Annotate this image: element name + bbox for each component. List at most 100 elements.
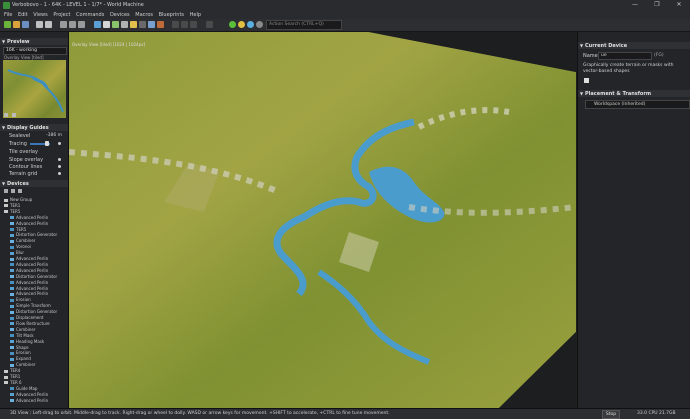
device-node[interactable]: Tilt Mask	[10, 333, 34, 338]
expand-all-icon[interactable]	[4, 189, 8, 193]
extents-icon[interactable]	[139, 21, 146, 28]
current-device-header[interactable]: ▼ Current Device	[578, 42, 690, 49]
document-icon[interactable]	[103, 21, 110, 28]
render-options-icon[interactable]	[148, 21, 155, 28]
build-green-icon[interactable]	[229, 21, 236, 28]
menu-file[interactable]: File	[4, 11, 12, 19]
cut-icon[interactable]	[60, 21, 67, 28]
action-search-input[interactable]: Action Search (CTRL+Q)	[266, 20, 342, 30]
build-blue-icon[interactable]	[247, 21, 254, 28]
device-node[interactable]: Expand	[10, 356, 31, 361]
menu-project[interactable]: Project	[53, 11, 70, 19]
collapse-all-icon[interactable]	[11, 189, 15, 193]
device-group[interactable]: TER4	[4, 368, 20, 373]
window-title: Verbobovo - 1 - 64K - LEVEL 1 - 1/7* - W…	[12, 2, 144, 8]
copy-icon[interactable]	[69, 21, 76, 28]
output-icon[interactable]	[157, 21, 164, 28]
view-mode-icon[interactable]	[206, 21, 213, 28]
device-node[interactable]: Combiner	[10, 362, 35, 367]
device-node[interactable]: Advanced Perlin	[10, 215, 48, 220]
device-node[interactable]: Heading Mask	[10, 339, 44, 344]
menu-views[interactable]: Views	[33, 11, 47, 19]
device-node[interactable]: Advanced Perlin	[10, 280, 48, 285]
menu-devices[interactable]: Devices	[110, 11, 130, 19]
device-node[interactable]: Advanced Perlin	[10, 221, 48, 226]
layout-view-icon[interactable]	[94, 21, 101, 28]
undo-icon[interactable]	[36, 21, 43, 28]
device-node[interactable]: Advanced Perlin	[10, 392, 48, 397]
menu-help[interactable]: Help	[190, 11, 201, 19]
device-node[interactable]: Combiner	[10, 327, 35, 332]
new-project-icon[interactable]	[4, 21, 11, 28]
tracing-slider-handle[interactable]	[45, 141, 49, 146]
device-node[interactable]: Simple Transform	[10, 303, 51, 308]
area-build-icon[interactable]	[181, 21, 188, 28]
menu-edit[interactable]: Edit	[18, 11, 28, 19]
placement-select[interactable]: Worldspace (Inherited)	[585, 100, 690, 109]
device-node[interactable]: Advanced Perlin	[10, 262, 48, 267]
slope-overlay-label[interactable]: Slope overlay	[9, 157, 43, 163]
grid-settings-icon[interactable]	[58, 172, 61, 175]
device-node[interactable]: Distortion Generator	[10, 309, 57, 314]
build-yellow-icon[interactable]	[238, 21, 245, 28]
menu-commands[interactable]: Commands	[76, 11, 104, 19]
device-group[interactable]: TER1	[4, 374, 20, 379]
world-settings-icon[interactable]	[130, 21, 137, 28]
device-node[interactable]: Distortion Generator	[10, 274, 57, 279]
3d-viewport[interactable]	[69, 32, 576, 408]
filter-icon[interactable]	[18, 189, 22, 193]
device-node[interactable]: Combiner	[10, 238, 35, 243]
edit-pencil-icon[interactable]	[584, 78, 589, 83]
contour-lines-label[interactable]: Contour lines	[9, 164, 42, 170]
device-node[interactable]: Distortion Generator	[10, 232, 57, 237]
device-node[interactable]: Blur	[10, 250, 24, 255]
menu-blueprints[interactable]: Blueprints	[159, 11, 184, 19]
sealevel-value[interactable]: -386 m	[46, 133, 62, 138]
device-node[interactable]: Voronoi	[10, 244, 31, 249]
menu-macros[interactable]: Macros	[135, 11, 153, 19]
tracing-toggle-icon[interactable]	[58, 142, 61, 145]
device-node[interactable]: Advanced Perlin	[10, 291, 48, 296]
device-group[interactable]: New Group	[4, 197, 32, 202]
paste-icon[interactable]	[78, 21, 85, 28]
build-gray-icon[interactable]	[256, 21, 263, 28]
placement-header[interactable]: ▼ Placement & Transform	[578, 90, 690, 97]
terrain-grid-label[interactable]: Terrain grid	[9, 171, 37, 177]
settings-icon[interactable]	[121, 21, 128, 28]
preview-select[interactable]: 16K - working	[3, 47, 67, 55]
preview-section-header[interactable]: ▼ Preview	[0, 38, 68, 45]
device-node[interactable]: Advanced Perlin	[10, 268, 48, 273]
device-node[interactable]: Advanced Perlin	[10, 398, 48, 403]
minimize-button[interactable]: —	[624, 0, 646, 11]
open-folder-icon[interactable]	[13, 21, 20, 28]
device-group[interactable]: TER1	[4, 203, 20, 208]
device-node[interactable]: Advanced Perlin	[10, 286, 48, 291]
preview-thumbnail[interactable]	[3, 60, 66, 118]
device-group[interactable]: TER5	[4, 209, 20, 214]
maximize-button[interactable]: ❐	[646, 0, 668, 11]
redo-icon[interactable]	[45, 21, 52, 28]
device-node[interactable]: Shape	[10, 345, 29, 350]
fit-icon[interactable]	[12, 113, 16, 117]
tile-build-icon[interactable]	[172, 21, 179, 28]
device-node[interactable]: TER5	[10, 227, 26, 232]
device-node[interactable]: Advanced Perlin	[10, 256, 48, 261]
save-icon[interactable]	[22, 21, 29, 28]
display-guides-header[interactable]: ▼ Display Guides	[0, 124, 68, 131]
grid-icon[interactable]	[190, 21, 197, 28]
device-node[interactable]: Erosion	[10, 297, 31, 302]
device-node[interactable]: Flow Restructure	[10, 321, 50, 326]
device-node[interactable]: Guide Map	[10, 386, 37, 391]
slope-settings-icon[interactable]	[58, 158, 61, 161]
device-node[interactable]: Displacement	[10, 315, 44, 320]
close-button[interactable]: ✕	[668, 0, 690, 11]
device-group[interactable]: TER 6	[4, 380, 22, 385]
explorer-icon[interactable]	[112, 21, 119, 28]
device-icon	[10, 245, 14, 249]
devices-header[interactable]: ▼ Devices	[0, 180, 68, 187]
device-name-input[interactable]: ue	[598, 52, 652, 60]
tile-overlay-label[interactable]: Tile overlay	[9, 149, 38, 155]
zoom-icon[interactable]	[4, 113, 8, 117]
contour-settings-icon[interactable]	[58, 165, 61, 168]
device-node[interactable]: Erosion	[10, 350, 31, 355]
